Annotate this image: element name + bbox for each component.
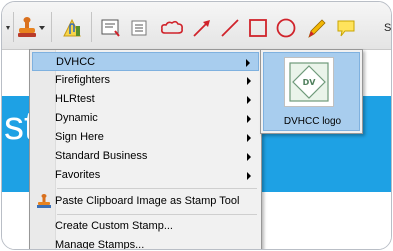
app-window: S st DVHCC Firefighters HLRtest Dynamic … bbox=[1, 1, 392, 250]
menu-item-firefighters[interactable]: Firefighters bbox=[32, 71, 259, 90]
dvhcc-logo-image: DV bbox=[289, 62, 329, 102]
menu-item-label: Dynamic bbox=[55, 112, 98, 124]
line-button[interactable] bbox=[217, 14, 243, 42]
stamp-tool-button[interactable] bbox=[15, 14, 45, 42]
submenu-arrow-icon bbox=[247, 115, 251, 123]
text-callout-button[interactable] bbox=[97, 14, 123, 42]
arrow-icon bbox=[191, 17, 213, 39]
menu-item-manage-stamps[interactable]: Manage Stamps... bbox=[32, 236, 259, 250]
rectangle-icon bbox=[247, 17, 269, 39]
stamp-item-label: DVHCC logo bbox=[283, 116, 342, 127]
menu-item-label: Favorites bbox=[55, 169, 101, 181]
menu-item-paste-clipboard[interactable]: Paste Clipboard Image as Stamp Tool bbox=[32, 192, 259, 211]
submenu-arrow-icon bbox=[247, 153, 251, 161]
menu-item-hlrtest[interactable]: HLRtest bbox=[32, 90, 259, 109]
menu-item-create-custom-stamp[interactable]: Create Custom Stamp... bbox=[32, 217, 259, 236]
toolbar-truncated-label[interactable]: S bbox=[384, 22, 391, 34]
menu-item-label: Firefighters bbox=[55, 74, 111, 86]
menu-separator bbox=[57, 188, 257, 189]
pencil-button[interactable] bbox=[303, 14, 329, 42]
menu-item-favorites[interactable]: Favorites bbox=[32, 166, 259, 185]
cloud-button[interactable] bbox=[158, 14, 186, 42]
menu-item-dynamic[interactable]: Dynamic bbox=[32, 109, 259, 128]
pencil-icon bbox=[305, 17, 327, 39]
rectangle-button[interactable] bbox=[245, 14, 271, 42]
clipboard-stamp-icon bbox=[36, 193, 52, 212]
stamp-icon bbox=[16, 16, 38, 40]
submenu-arrow-icon bbox=[246, 59, 250, 67]
toolbar-overflow-arrow-icon[interactable] bbox=[4, 14, 12, 42]
comment-toolbar: S bbox=[2, 2, 391, 50]
dvhcc-submenu: DV DVHCC logo bbox=[260, 49, 363, 134]
oval-button[interactable] bbox=[273, 14, 299, 42]
oval-icon bbox=[275, 17, 297, 39]
toolbar-separator bbox=[13, 12, 14, 42]
stamp-item-dvhcc-logo[interactable]: DV DVHCC logo bbox=[263, 52, 360, 131]
cloud-icon bbox=[160, 19, 184, 37]
text-callout-icon bbox=[99, 17, 121, 39]
toolbar-separator bbox=[91, 12, 92, 42]
menu-item-label: Paste Clipboard Image as Stamp Tool bbox=[55, 195, 240, 207]
submenu-arrow-icon bbox=[247, 77, 251, 85]
submenu-arrow-icon bbox=[247, 172, 251, 180]
submenu-arrow-icon bbox=[247, 96, 251, 104]
logo-text: DV bbox=[303, 78, 317, 87]
text-box-icon bbox=[128, 17, 150, 39]
menu-item-label: Sign Here bbox=[55, 131, 104, 143]
menu-item-standard-business[interactable]: Standard Business bbox=[32, 147, 259, 166]
menu-item-label: Standard Business bbox=[55, 150, 148, 162]
menu-item-sign-here[interactable]: Sign Here bbox=[32, 128, 259, 147]
menu-item-label: Manage Stamps... bbox=[55, 239, 145, 250]
dropdown-arrow-icon[interactable] bbox=[38, 25, 45, 31]
sticky-note-icon bbox=[335, 17, 357, 39]
menu-item-label: DVHCC bbox=[56, 56, 96, 68]
arrow-button[interactable] bbox=[189, 14, 215, 42]
line-icon bbox=[219, 17, 241, 39]
menu-item-dvhcc[interactable]: DVHCC bbox=[32, 52, 259, 71]
attach-file-icon bbox=[61, 17, 83, 39]
attach-file-button[interactable] bbox=[59, 14, 85, 42]
menu-item-label: HLRtest bbox=[55, 93, 95, 105]
menu-separator bbox=[57, 214, 257, 215]
stamp-menu: DVHCC Firefighters HLRtest Dynamic Sign … bbox=[29, 49, 262, 250]
sticky-note-button[interactable] bbox=[333, 14, 359, 42]
text-box-button[interactable] bbox=[126, 14, 152, 42]
stamp-thumbnail: DV bbox=[284, 57, 334, 107]
submenu-arrow-icon bbox=[247, 134, 251, 142]
menu-item-label: Create Custom Stamp... bbox=[55, 220, 173, 232]
toolbar-separator bbox=[51, 12, 52, 42]
